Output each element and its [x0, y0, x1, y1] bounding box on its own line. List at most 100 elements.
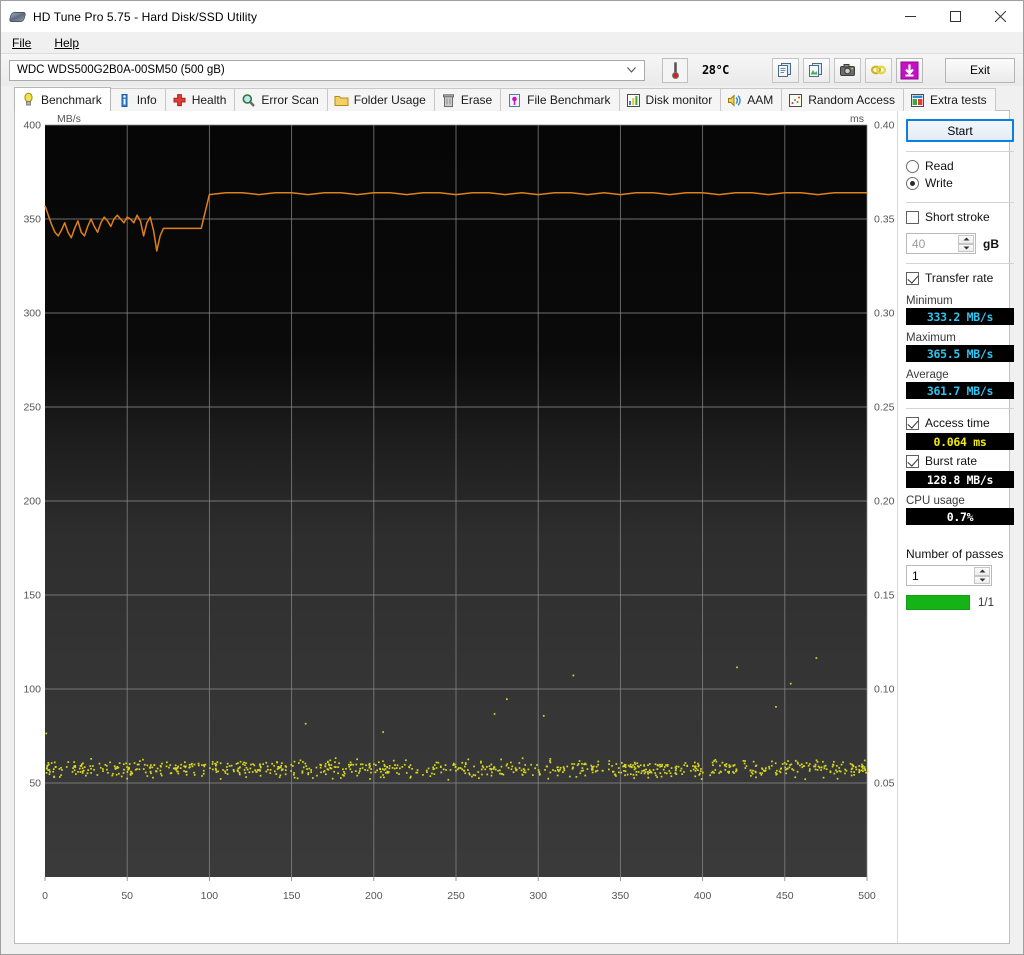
chart-canvas: 50 100 150 200 250 300 350 400 0.05 0.10 0.15 0.20 0… [23, 113, 895, 902]
menu-help-label: Help [54, 35, 80, 50]
svg-text:500: 500 [858, 890, 876, 902]
menu-file-label: File [12, 35, 32, 50]
radio-write-label: Write [925, 176, 953, 190]
title-bar: HD Tune Pro 5.75 - Hard Disk/SSD Utility [1, 1, 1023, 32]
svg-text:0.25: 0.25 [874, 402, 895, 414]
svg-text:350: 350 [612, 890, 630, 902]
short-stroke-checkbox [906, 210, 919, 224]
access-time-checkbox [906, 416, 919, 430]
short-stroke-row: 40 gB [906, 233, 1014, 254]
info-icon [117, 93, 132, 108]
pass-progress-text: 1/1 [978, 596, 994, 609]
control-panel: Start Read Write Short stroke 40 gB Tran… [897, 111, 1022, 943]
copy-text-icon[interactable] [771, 57, 799, 83]
radio-read-label: Read [925, 159, 954, 173]
svg-text:150: 150 [283, 890, 301, 902]
download-icon[interactable] [895, 57, 923, 83]
svg-text:0.20: 0.20 [874, 496, 895, 508]
svg-text:100: 100 [201, 890, 219, 902]
svg-text:100: 100 [23, 684, 41, 696]
passes-down[interactable] [974, 575, 990, 584]
maximum-value: 365.5 MB/s [906, 345, 1014, 362]
short-stroke-stepper[interactable]: 40 [906, 233, 976, 254]
toolbar: WDC WDS500G2B0A-00SM50 (500 gB) 28°C Exi… [1, 54, 1023, 86]
menu-help[interactable]: Help [52, 35, 81, 51]
benchmark-panel: 50 100 150 200 250 300 350 400 0.05 0.10 0.15 0.20 0… [14, 111, 1014, 944]
svg-text:250: 250 [447, 890, 465, 902]
tab-aam-label: AAM [747, 93, 774, 107]
trash-icon [441, 93, 456, 108]
tab-extra-tests[interactable]: Extra tests [902, 88, 996, 111]
tab-error-scan[interactable]: Error Scan [234, 88, 328, 111]
divider [906, 263, 1014, 264]
window-title: HD Tune Pro 5.75 - Hard Disk/SSD Utility [33, 9, 258, 24]
svg-text:MB/s: MB/s [57, 113, 81, 125]
window-controls [888, 1, 1023, 32]
cpu-usage-label: CPU usage [906, 495, 965, 507]
short-stroke-up[interactable] [958, 235, 974, 244]
transfer-rate-checkbox [906, 271, 919, 285]
maximize-button[interactable] [933, 1, 978, 32]
minimize-button[interactable] [888, 1, 933, 32]
screenshot-icon[interactable] [833, 57, 861, 83]
svg-text:200: 200 [365, 890, 383, 902]
tab-erase[interactable]: Erase [433, 88, 502, 111]
radio-write[interactable]: Write [906, 176, 1014, 190]
tab-info[interactable]: Info [109, 88, 166, 111]
short-stroke-arrows[interactable] [958, 235, 974, 252]
file-icon [507, 93, 522, 108]
tab-disk-monitor[interactable]: Disk monitor [618, 88, 722, 111]
close-button[interactable] [978, 1, 1023, 32]
link-icon[interactable] [864, 57, 892, 83]
checkbox-burst-rate[interactable]: Burst rate [906, 454, 1014, 468]
tab-file-benchmark[interactable]: File Benchmark [500, 88, 620, 111]
svg-text:0.40: 0.40 [874, 120, 895, 132]
cpu-usage-value: 0.7% [906, 508, 1014, 525]
exit-button[interactable]: Exit [945, 57, 1015, 83]
tab-folder-usage[interactable]: Folder Usage [326, 88, 435, 111]
svg-text:0.15: 0.15 [874, 590, 895, 602]
drive-select[interactable]: WDC WDS500G2B0A-00SM50 (500 gB) [9, 59, 645, 81]
burst-rate-value: 128.8 MB/s [906, 471, 1014, 488]
passes-stepper[interactable]: 1 [906, 565, 992, 586]
tab-random-access[interactable]: Random Access [781, 88, 904, 111]
tab-benchmark-label: Benchmark [41, 92, 102, 107]
divider [906, 151, 1014, 152]
copy-image-icon[interactable] [802, 57, 830, 83]
maximum-label: Maximum [906, 332, 956, 344]
checkbox-short-stroke[interactable]: Short stroke [906, 210, 1014, 224]
start-button[interactable]: Start [906, 119, 1014, 142]
average-label: Average [906, 369, 949, 381]
svg-text:350: 350 [23, 214, 41, 226]
toolbar-buttons [771, 57, 923, 83]
minimum-value: 333.2 MB/s [906, 308, 1014, 325]
tab-benchmark[interactable]: Benchmark [14, 87, 111, 111]
svg-text:ms: ms [850, 113, 864, 125]
svg-text:250: 250 [23, 402, 41, 414]
menu-bar: File Help [1, 32, 1023, 54]
tab-bar: Benchmark Info Health Error Scan Folder … [1, 86, 1023, 111]
short-stroke-down[interactable] [958, 243, 974, 252]
menu-file[interactable]: File [10, 35, 33, 51]
tab-disk-monitor-label: Disk monitor [645, 93, 713, 107]
start-button-label: Start [947, 123, 973, 138]
magnifier-icon [241, 93, 256, 108]
tab-folder-usage-label: Folder Usage [353, 93, 426, 107]
divider [906, 202, 1014, 203]
tab-aam[interactable]: AAM [720, 88, 783, 111]
tab-health[interactable]: Health [164, 88, 236, 111]
passes-up[interactable] [974, 567, 990, 576]
passes-arrows[interactable] [974, 567, 990, 584]
passes-label: Number of passes [906, 547, 1004, 561]
svg-text:0.30: 0.30 [874, 308, 895, 320]
checkbox-transfer-rate[interactable]: Transfer rate [906, 271, 1014, 285]
grid-icon [910, 93, 925, 108]
radio-read[interactable]: Read [906, 159, 1014, 173]
temperature-button[interactable] [662, 57, 688, 83]
access-time-value: 0.064 ms [906, 433, 1014, 450]
bars-icon [626, 93, 641, 108]
short-stroke-label: Short stroke [925, 210, 990, 224]
checkbox-access-time[interactable]: Access time [906, 416, 1014, 430]
svg-text:0.10: 0.10 [874, 684, 895, 696]
tab-erase-label: Erase [460, 93, 493, 107]
